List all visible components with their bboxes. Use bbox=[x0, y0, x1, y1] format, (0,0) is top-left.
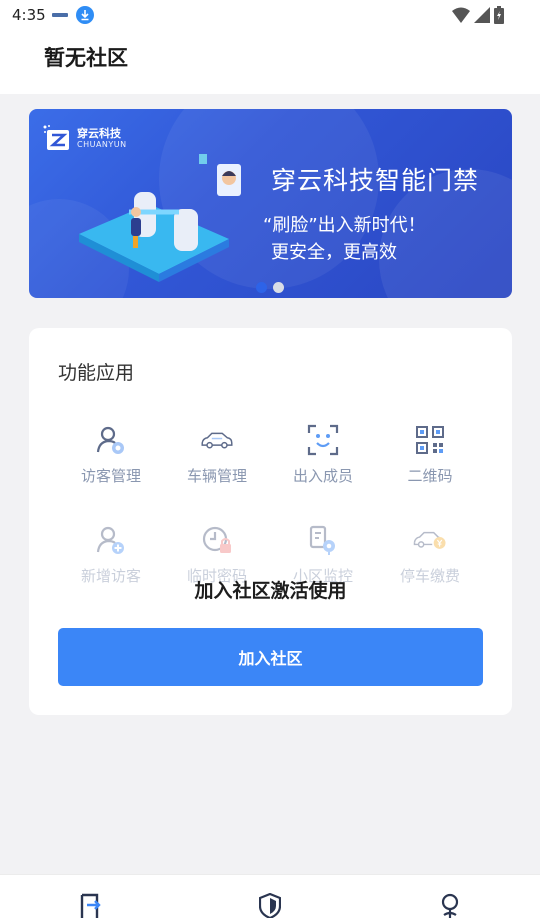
function-label: 出入成员 bbox=[292, 467, 353, 485]
status-bar: 4:35 bbox=[0, 0, 540, 32]
company-logo-icon bbox=[43, 125, 69, 150]
function-access-members[interactable]: 出入成员 bbox=[270, 423, 376, 493]
carousel-dot-active[interactable] bbox=[273, 282, 284, 293]
download-icon bbox=[76, 6, 94, 24]
banner-subtitle-2: 更安全，更高效 bbox=[271, 242, 397, 263]
logo-name: 穿云科技 bbox=[77, 126, 121, 140]
face-scan-icon bbox=[307, 424, 339, 456]
shield-icon[interactable] bbox=[259, 893, 281, 918]
banner-logo: 穿云科技 CHUANYUN bbox=[43, 125, 127, 151]
header: 暂无社区 bbox=[0, 32, 540, 94]
section-title: 功能应用 bbox=[58, 362, 135, 384]
function-label: 车辆管理 bbox=[186, 467, 247, 485]
function-car-manage[interactable]: 车辆管理 bbox=[164, 423, 270, 493]
function-qr-code[interactable]: 二维码 bbox=[377, 423, 483, 493]
banner-subtitle-1: “刷脸”出入新时代！ bbox=[263, 215, 426, 236]
parking-pay-icon bbox=[413, 531, 446, 549]
function-label: 访客管理 bbox=[80, 467, 141, 485]
banner-carousel[interactable]: 穿云科技 CHUANYUN 穿云科技智能门禁 “刷脸”出入新时代！ 更安全，更高… bbox=[29, 109, 512, 298]
door-access-icon[interactable] bbox=[79, 893, 103, 918]
function-card: 功能应用 访客管理 车辆管理 出入成员 二维码 新增访客 临时密码 小区监控 停… bbox=[29, 328, 512, 715]
qr-code-icon bbox=[416, 426, 444, 454]
add-visitor-icon bbox=[96, 526, 124, 554]
bottom-nav bbox=[0, 874, 540, 918]
temp-password-icon bbox=[202, 526, 231, 553]
join-community-button[interactable]: 加入社区 bbox=[58, 628, 483, 686]
visitor-manage-icon bbox=[96, 426, 124, 454]
face-gate-illustration bbox=[79, 154, 241, 282]
notification-icon bbox=[52, 13, 68, 17]
battery-icon bbox=[494, 6, 504, 24]
status-time: 4:35 bbox=[12, 6, 46, 24]
signal-icon bbox=[474, 7, 490, 23]
carousel-indicator bbox=[256, 282, 284, 293]
function-label: 二维码 bbox=[407, 467, 453, 485]
profile-icon[interactable] bbox=[439, 893, 461, 918]
monitor-icon bbox=[309, 525, 335, 555]
page-title[interactable]: 暂无社区 bbox=[44, 42, 128, 72]
wifi-icon bbox=[452, 7, 470, 23]
activation-hint: 加入社区激活使用 bbox=[194, 580, 347, 602]
logo-name-en: CHUANYUN bbox=[77, 139, 127, 149]
carousel-dot[interactable] bbox=[256, 282, 267, 293]
car-icon bbox=[201, 432, 233, 449]
function-visitor-manage[interactable]: 访客管理 bbox=[58, 423, 164, 493]
banner-headline: 穿云科技智能门禁 bbox=[271, 166, 480, 195]
